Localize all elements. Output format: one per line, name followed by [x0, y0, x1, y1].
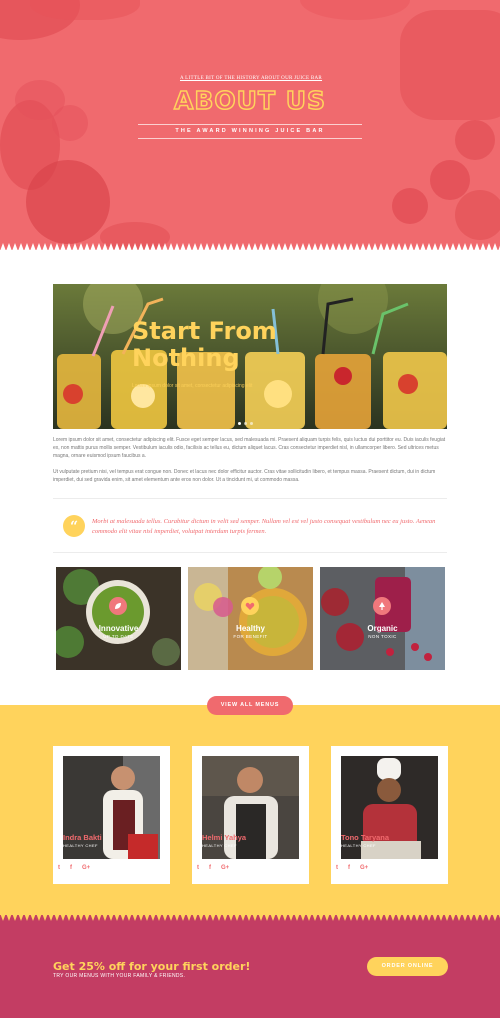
card-title: Healthy [236, 624, 265, 633]
strawberry-decoration [392, 188, 428, 224]
divider [138, 124, 362, 125]
facebook-icon[interactable]: f [348, 865, 350, 871]
social-links: t f G+ [58, 865, 90, 871]
member-role: HEALTHY CHEF [202, 843, 237, 848]
facebook-icon[interactable]: f [209, 865, 211, 871]
social-links: t f G+ [336, 865, 368, 871]
slider-dot[interactable] [250, 422, 253, 425]
social-links: t f G+ [197, 865, 229, 871]
twitter-icon[interactable]: t [197, 865, 199, 871]
divider [53, 552, 447, 553]
member-name: Indra Bakti [63, 833, 102, 842]
body-paragraph: Ut vulputate pretium nisi, vel tempus er… [53, 469, 436, 483]
card-title: Organic [367, 624, 398, 633]
google-plus-icon[interactable]: G+ [221, 865, 229, 871]
strawberry-decoration [455, 120, 495, 160]
member-role: HEALTHY CHEF [341, 843, 376, 848]
card-title: Innovative [98, 624, 139, 633]
order-online-button[interactable]: ORDER ONLINE [367, 957, 448, 976]
cta-title: Get 25% off for your first order! [53, 960, 251, 973]
salad-bowl-image [56, 567, 181, 670]
apple-decoration [26, 160, 110, 244]
berry-decoration [300, 0, 410, 20]
view-all-menus-button[interactable]: VIEW ALL MENUS [207, 696, 293, 715]
slider-dot[interactable] [238, 422, 241, 425]
feature-subtitle: Lorem ipsum dolor sit amet, consectetur … [132, 383, 253, 389]
body-paragraph: Lorem ipsum dolor sit amet, consectetur … [53, 437, 446, 459]
team-member-card: Helmi Yahya HEALTHY CHEF t f G+ [192, 746, 309, 884]
card-subtitle: FOR BENEFIT [233, 634, 268, 639]
google-plus-icon[interactable]: G+ [360, 865, 368, 871]
twitter-icon[interactable]: t [58, 865, 60, 871]
blockquote: Morbi at malesuada tellus. Curabitur dic… [92, 518, 436, 535]
feature-card[interactable]: Innovative UP TO DATE [56, 567, 181, 670]
member-role: HEALTHY CHEF [63, 843, 98, 848]
slider-dot[interactable] [244, 422, 247, 425]
divider [53, 498, 447, 499]
card-subtitle: NON TOXIC [368, 634, 397, 639]
berry-juice-image [320, 567, 445, 670]
twitter-icon[interactable]: t [336, 865, 338, 871]
member-name: Helmi Yahya [202, 833, 247, 842]
page-title: ABOUT US [173, 85, 327, 116]
smoothie-bowl-image [188, 567, 313, 670]
leaf-icon [109, 597, 127, 615]
cta-subtitle: TRY OUR MENUS WITH YOUR FAMILY & FRIENDS… [53, 973, 186, 979]
zigzag-divider [0, 243, 500, 251]
google-plus-icon[interactable]: G+ [82, 865, 90, 871]
slider-dots[interactable] [238, 422, 253, 425]
zigzag-divider [0, 913, 500, 921]
hero-section: A LITTLE BIT OF THE HISTORY ABOUT OUR JU… [0, 0, 500, 250]
heart-icon [241, 597, 259, 615]
member-name: Tono Taryana [341, 833, 390, 842]
feature-title: Start From Nothing [132, 317, 277, 372]
strawberry-decoration [455, 190, 500, 240]
team-member-card: Tono Taryana HEALTHY CHEF t f G+ [331, 746, 448, 884]
hero-tagline: A LITTLE BIT OF THE HISTORY ABOUT OUR JU… [180, 76, 323, 81]
tree-icon [373, 597, 391, 615]
card-subtitle: UP TO DATE [103, 634, 134, 639]
divider [138, 138, 362, 139]
quote-icon: “ [63, 515, 85, 537]
team-member-card: Indra Bakti HEALTHY CHEF t f G+ [53, 746, 170, 884]
facebook-icon[interactable]: f [70, 865, 72, 871]
feature-card[interactable]: Organic NON TOXIC [320, 567, 445, 670]
hero-subtitle: THE AWARD WINNING JUICE BAR [175, 128, 325, 134]
feature-card[interactable]: Healthy FOR BENEFIT [188, 567, 313, 670]
